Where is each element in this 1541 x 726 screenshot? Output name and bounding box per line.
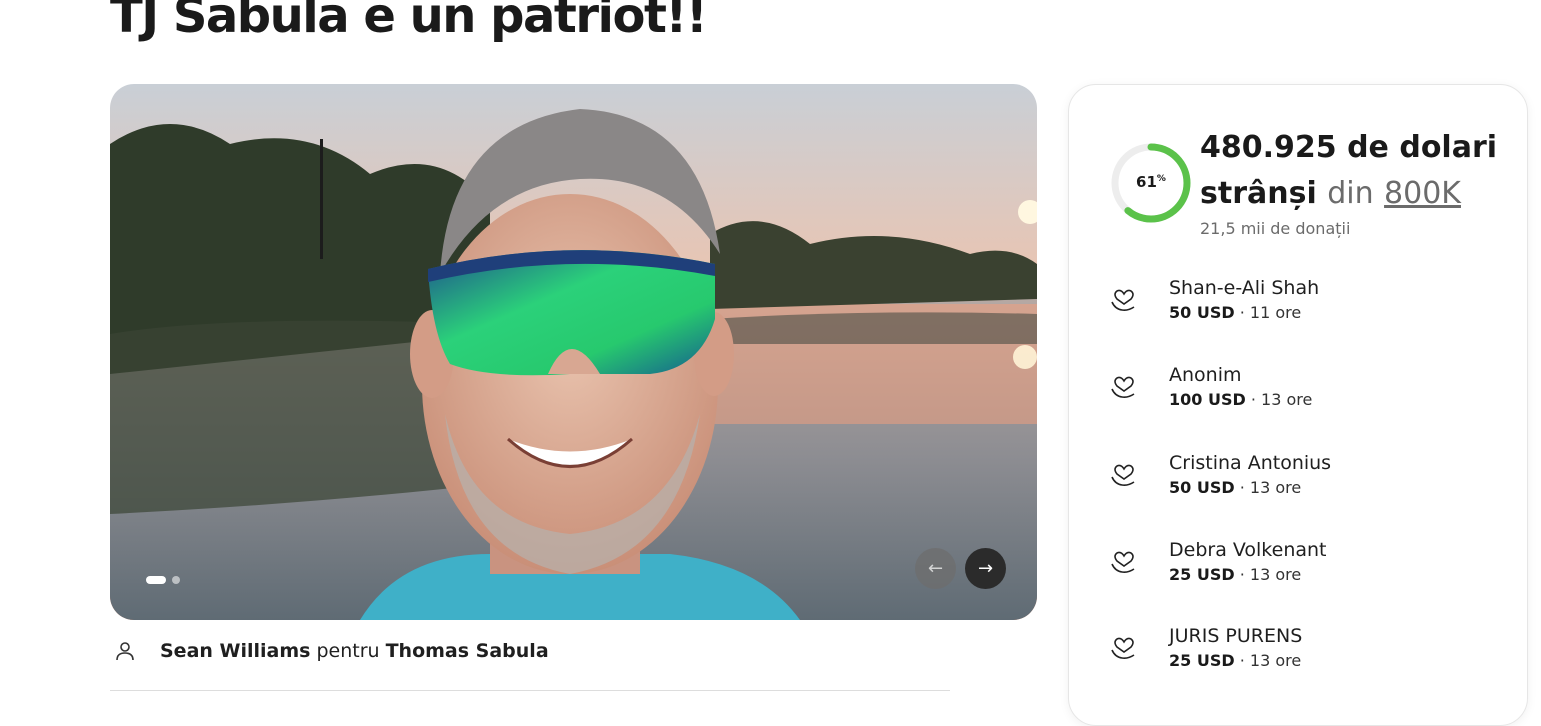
goal-amount[interactable]: 800K: [1384, 176, 1461, 211]
donation-time: 13 ore: [1249, 565, 1302, 584]
arrow-left-icon: ←: [927, 558, 944, 579]
donation-time: 13 ore: [1249, 651, 1302, 670]
campaign-image-carousel[interactable]: ← →: [110, 84, 1037, 620]
donation-card: 61% 480.925 de dolari strânși din 800K 2…: [1068, 84, 1528, 726]
hand-heart-icon: [1111, 464, 1135, 486]
donor-name: Shan-e-Ali Shah: [1169, 277, 1320, 299]
donor-name: Debra Volkenant: [1169, 539, 1327, 561]
organizer-line: Sean Williams pentru Thomas Sabula: [114, 640, 549, 662]
organizer-connector: pentru: [316, 640, 380, 662]
donation-time: 13 ore: [1249, 478, 1302, 497]
hand-heart-icon: [1111, 289, 1135, 311]
carousel-indicators: [146, 576, 180, 584]
donation-amount: 25 USD: [1169, 651, 1235, 670]
carousel-next-button[interactable]: →: [965, 548, 1006, 589]
donation-item: Shan-e-Ali Shah 50 USD · 11 ore: [1109, 275, 1319, 325]
carousel-prev-button[interactable]: ←: [915, 548, 956, 589]
separator: ·: [1239, 478, 1245, 497]
hand-heart-icon: [1111, 376, 1135, 398]
beneficiary-name[interactable]: Thomas Sabula: [386, 640, 549, 662]
of-word: din: [1327, 176, 1374, 211]
progress-percent-number: 61: [1136, 173, 1157, 191]
donation-amount: 100 USD: [1169, 390, 1246, 409]
arrow-right-icon: →: [977, 558, 994, 579]
separator: ·: [1250, 390, 1256, 409]
carousel-dot[interactable]: [172, 576, 180, 584]
donor-name: Anonim: [1169, 364, 1242, 386]
divider: [110, 690, 950, 691]
organizer-name[interactable]: Sean Williams: [160, 640, 310, 662]
raised-amount: 480.925 de dolari: [1200, 130, 1498, 165]
separator: ·: [1239, 651, 1245, 670]
person-icon: [116, 642, 134, 661]
donation-item: Debra Volkenant 25 USD · 13 ore: [1109, 537, 1327, 587]
campaign-photo: [110, 84, 1037, 620]
donation-item: JURIS PURENS 25 USD · 13 ore: [1109, 623, 1302, 673]
donation-amount: 25 USD: [1169, 565, 1235, 584]
donation-time: 11 ore: [1249, 303, 1302, 322]
hand-heart-icon: [1111, 551, 1135, 573]
donation-amount: 50 USD: [1169, 303, 1235, 322]
hand-heart-icon: [1111, 637, 1135, 659]
progress-percent-sign: %: [1156, 174, 1166, 184]
donation-item: Anonim 100 USD · 13 ore: [1109, 362, 1312, 412]
separator: ·: [1239, 565, 1245, 584]
donor-name: JURIS PURENS: [1169, 625, 1303, 647]
amount-raised: 480.925 de dolari strânși din 800K: [1200, 125, 1500, 217]
donor-name: Cristina Antonius: [1169, 452, 1332, 474]
donation-time: 13 ore: [1261, 390, 1313, 409]
page-title: TJ Sabula e un patriot!!: [110, 0, 708, 44]
separator: ·: [1239, 303, 1245, 322]
raised-word: strânși: [1200, 176, 1317, 211]
donation-amount: 50 USD: [1169, 478, 1235, 497]
carousel-dot-active[interactable]: [146, 576, 166, 584]
donation-item: Cristina Antonius 50 USD · 13 ore: [1109, 450, 1331, 500]
donations-count: 21,5 mii de donații: [1200, 219, 1351, 238]
progress-percent: 61%: [1109, 173, 1193, 191]
